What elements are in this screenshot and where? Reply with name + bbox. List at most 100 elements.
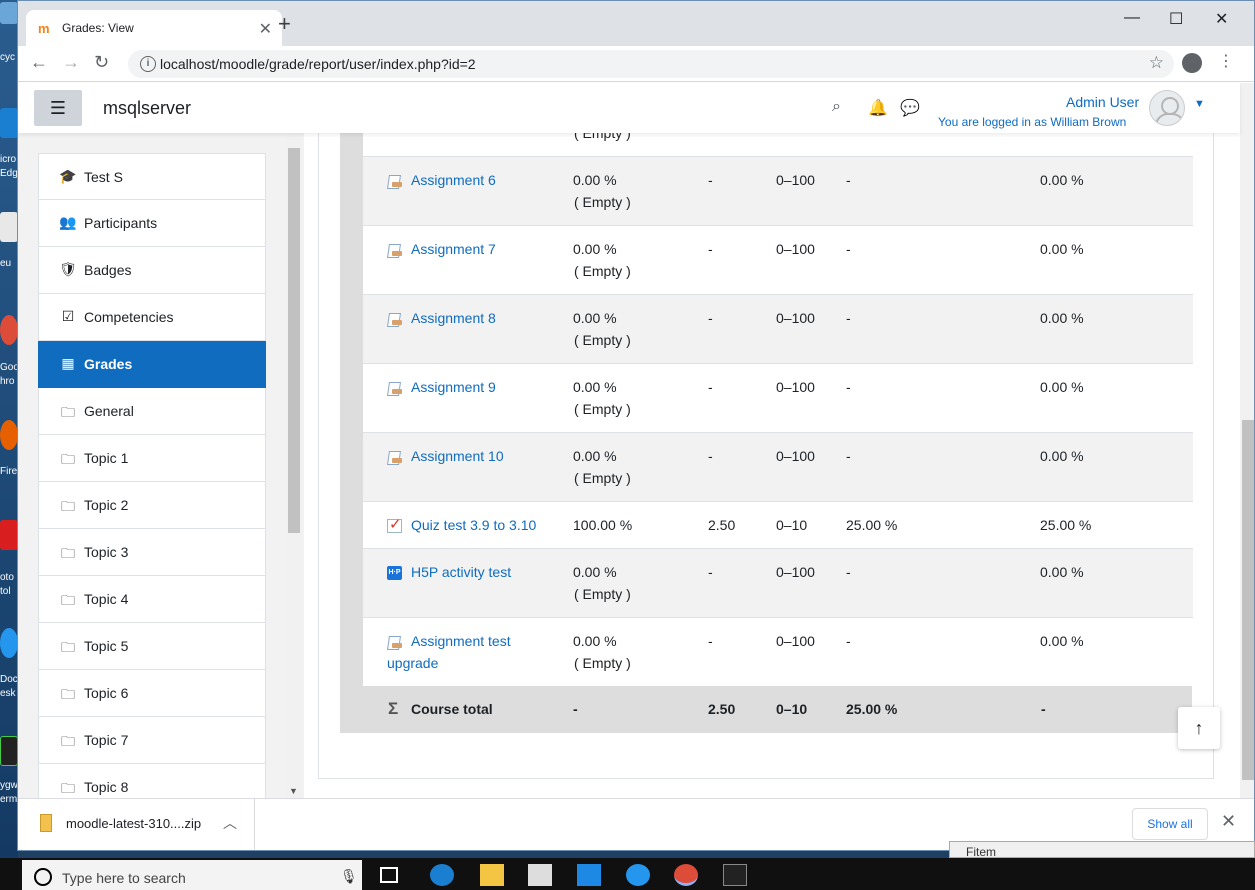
page-scrollbar-thumb[interactable] xyxy=(1242,420,1254,780)
back-to-top-button[interactable]: ↑ xyxy=(1178,707,1220,749)
show-all-button[interactable]: Show all xyxy=(1132,808,1208,840)
menu-dots-icon[interactable]: ⋮ xyxy=(1218,51,1234,71)
grade-item-link[interactable]: Assignment 10 xyxy=(411,448,504,464)
chevron-up-icon[interactable]: ︿ xyxy=(223,813,237,833)
grade-item-link-line2[interactable]: upgrade xyxy=(387,655,438,671)
docker-desktop-icon[interactable] xyxy=(0,628,18,658)
assignment-icon xyxy=(387,174,402,188)
firefox-desktop-icon[interactable] xyxy=(0,420,18,450)
page-scrollbar[interactable] xyxy=(1240,83,1254,798)
moodle-navbar: ☰ msqlserver ⌕ 🔔 💬 Admin User You are lo… xyxy=(18,83,1240,133)
quiz-icon xyxy=(387,515,402,533)
percentage-value: - xyxy=(846,564,851,580)
grade-item-link[interactable]: Assignment 7 xyxy=(411,241,496,257)
graduation-cap-icon: 🎓 xyxy=(59,168,77,184)
drawer-toggle-button[interactable]: ☰ xyxy=(34,90,82,126)
sidebar-item-test-s[interactable]: 🎓 Test S xyxy=(38,153,266,200)
file-explorer-icon[interactable] xyxy=(480,864,504,886)
back-button[interactable]: ← xyxy=(30,52,48,73)
drawer-scrollbar-thumb[interactable] xyxy=(288,148,300,533)
acrobat-desktop-icon[interactable] xyxy=(0,520,18,550)
contribution-value: 0.00 % xyxy=(1040,241,1084,257)
microphone-icon[interactable]: 🎙 xyxy=(340,868,358,885)
taskbar-search-box[interactable]: Type here to search 🎙 xyxy=(22,860,362,890)
reload-button[interactable]: ↻ xyxy=(94,52,109,73)
messages-icon[interactable]: 💬 xyxy=(900,98,920,118)
grade-note: ( Empty ) xyxy=(574,470,631,486)
total-contribution: - xyxy=(1041,701,1046,717)
new-tab-button[interactable]: + xyxy=(278,13,291,35)
sidebar-item-grades[interactable]: ▦ Grades xyxy=(38,341,266,388)
grade-item-link[interactable]: Assignment 6 xyxy=(411,172,496,188)
grade-item-link[interactable]: H5P activity test xyxy=(411,564,511,580)
sidebar-item-topic-7[interactable]: 🗀 Topic 7 xyxy=(38,717,266,764)
url-text[interactable]: localhost/moodle/grade/report/user/index… xyxy=(160,56,476,72)
address-bar[interactable]: i localhost/moodle/grade/report/user/ind… xyxy=(128,50,1174,78)
bell-icon[interactable]: 🔔 xyxy=(868,98,888,118)
profile-icon[interactable] xyxy=(1182,53,1202,73)
percentage-value: - xyxy=(846,310,851,326)
download-file-name[interactable]: moodle-latest-310....zip xyxy=(66,816,201,831)
grade-item-link[interactable]: Assignment 8 xyxy=(411,310,496,326)
sidebar-item-topic-5[interactable]: 🗀 Topic 5 xyxy=(38,623,266,670)
terminal-taskbar-icon[interactable] xyxy=(723,864,747,886)
close-window-button[interactable]: ✕ xyxy=(1215,9,1228,29)
terminal-desktop-icon[interactable] xyxy=(0,736,18,766)
sidebar-item-topic-6[interactable]: 🗀 Topic 6 xyxy=(38,670,266,717)
file-desktop-icon[interactable] xyxy=(0,212,18,242)
grade-item-link[interactable]: Assignment 9 xyxy=(411,379,496,395)
bookmark-star-icon[interactable]: ☆ xyxy=(1149,53,1164,73)
store-icon[interactable] xyxy=(528,864,552,886)
avatar[interactable] xyxy=(1149,90,1185,126)
task-view-icon[interactable] xyxy=(380,867,398,883)
zip-file-icon xyxy=(40,814,52,832)
minimize-button[interactable]: — xyxy=(1124,9,1140,27)
scroll-down-arrow-icon[interactable]: ▼ xyxy=(289,786,298,796)
moodle-favicon-icon: m xyxy=(38,21,50,36)
grade-item-link[interactable]: Assignment test xyxy=(411,633,511,649)
edge-taskbar-icon[interactable] xyxy=(430,864,454,886)
total-grade: - xyxy=(573,701,578,717)
sidebar-item-label: Competencies xyxy=(84,309,174,325)
sidebar-item-general[interactable]: 🗀 General xyxy=(38,388,266,435)
points-value: - xyxy=(708,241,713,257)
sidebar-item-participants[interactable]: 👥 Participants xyxy=(38,200,266,247)
docker-taskbar-icon[interactable] xyxy=(626,864,650,886)
total-percentage: 25.00 % xyxy=(846,701,898,717)
sidebar-item-topic-4[interactable]: 🗀 Topic 4 xyxy=(38,576,266,623)
edge-desktop-icon[interactable] xyxy=(0,108,18,138)
recycle-bin-icon[interactable] xyxy=(0,2,18,24)
browser-toolbar: ← → ↻ i localhost/moodle/grade/report/us… xyxy=(18,46,1254,82)
chrome-desktop-icon[interactable] xyxy=(0,315,18,345)
sidebar-item-topic-3[interactable]: 🗀 Topic 3 xyxy=(38,529,266,576)
range-value: 0–100 xyxy=(776,172,815,188)
sidebar-item-label: Topic 2 xyxy=(84,497,129,513)
close-download-bar-icon[interactable]: ✕ xyxy=(1221,811,1236,832)
sidebar-item-badges[interactable]: 🛡 Badges xyxy=(38,247,266,294)
chrome-taskbar-icon[interactable] xyxy=(674,864,698,886)
drawer-scrollbar[interactable]: ▼ xyxy=(286,133,302,798)
sidebar-item-topic-2[interactable]: 🗀 Topic 2 xyxy=(38,482,266,529)
table-row: Assignment 10 0.00 % ( Empty ) - 0–100 - 0.00 … xyxy=(363,433,1193,501)
grade-value: 0.00 % xyxy=(573,633,617,649)
mail-icon[interactable] xyxy=(577,864,601,886)
taskbar-search-placeholder[interactable]: Type here to search xyxy=(62,870,186,886)
grade-item-link[interactable]: Quiz test 3.9 to 3.10 xyxy=(411,517,536,533)
folder-icon: 🗀 xyxy=(61,686,75,702)
user-name[interactable]: Admin User xyxy=(1066,94,1139,110)
tab-grades-view[interactable]: m Grades: View ✕ xyxy=(26,10,282,46)
sidebar-item-topic-8[interactable]: 🗀 Topic 8 xyxy=(38,764,266,798)
download-item[interactable]: moodle-latest-310....zip ︿ xyxy=(18,799,255,850)
forward-button[interactable]: → xyxy=(62,52,80,73)
search-icon[interactable]: ⌕ xyxy=(832,98,841,116)
site-name[interactable]: msqlserver xyxy=(103,98,191,119)
table-row: Assignment 7 0.00 % ( Empty ) - 0–100 - 0.00 % xyxy=(363,226,1193,294)
sidebar-item-topic-1[interactable]: 🗀 Topic 1 xyxy=(38,435,266,482)
sidebar-item-label: Topic 3 xyxy=(84,544,129,560)
close-tab-icon[interactable]: ✕ xyxy=(259,19,272,39)
sidebar-item-competencies[interactable]: ☑ Competencies xyxy=(38,294,266,341)
chevron-down-icon[interactable]: ▼ xyxy=(1194,98,1205,110)
info-icon[interactable]: i xyxy=(140,56,156,72)
desktop-label: tol xyxy=(0,586,11,597)
maximize-button[interactable]: ☐ xyxy=(1169,9,1183,29)
